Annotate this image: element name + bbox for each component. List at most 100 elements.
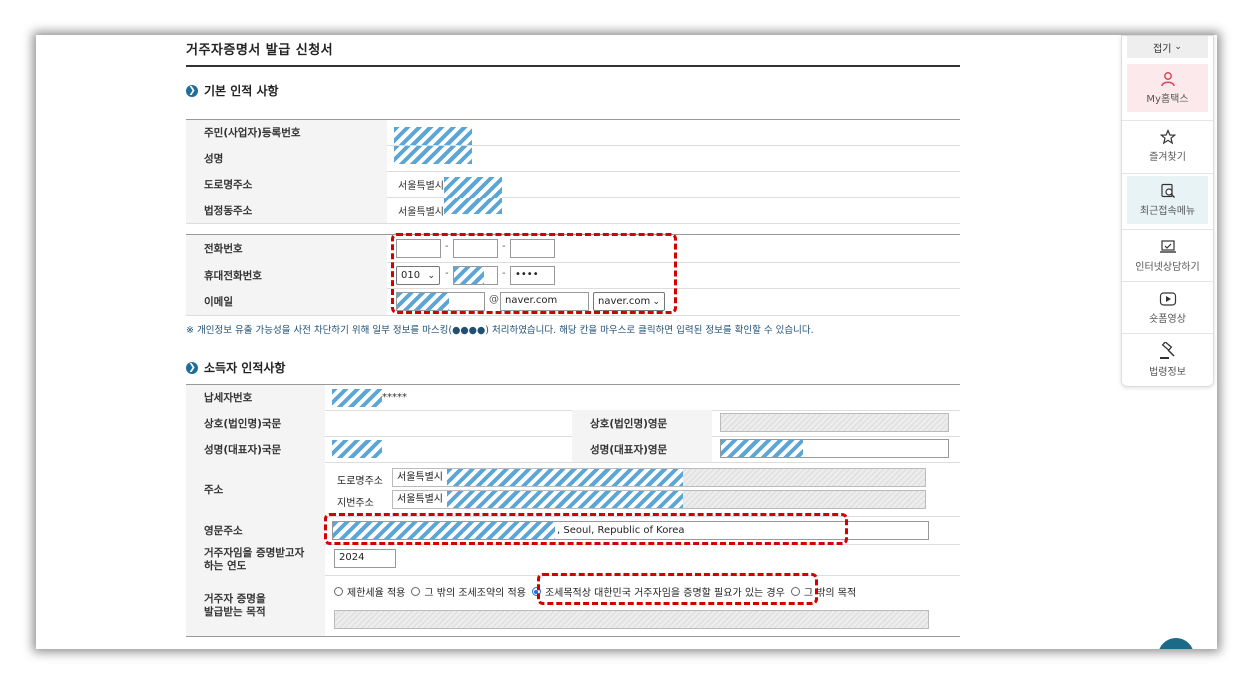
divider (1122, 120, 1213, 121)
purpose-detail-input[interactable] (334, 610, 929, 629)
page-title: 거주자증명서 발급 신청서 (186, 43, 334, 58)
label-company-kr: 상호(법인명)국문 (186, 410, 325, 436)
table-row: 도로명주소 서울특별시 (186, 171, 960, 199)
label-legal-address: 법정동주소 (186, 197, 387, 223)
lot-sub-label: 지번주소 (337, 498, 374, 509)
label-company-en: 상호(법인명)영문 (572, 410, 712, 436)
table-row: 주민(사업자)등록번호 (186, 120, 960, 146)
masked-value (444, 198, 502, 214)
tax-id-value[interactable]: ***** (332, 385, 407, 410)
table-row: 법정동주소 서울특별시 (186, 197, 960, 224)
masking-notice: ※ 개인정보 유출 가능성을 사전 차단하기 위해 일부 정보를 마스킹(●●●… (186, 325, 814, 336)
resident-number-value[interactable] (394, 120, 472, 145)
masked-value (721, 440, 803, 457)
browser-frame: 거주자증명서 발급 신청서 ❯ 기본 인적 사항 주민(사업자)등록번호 성명 … (36, 35, 1217, 649)
sidebar-item-recent-menu[interactable]: 최근접속메뉴 (1127, 176, 1208, 224)
label-name-kr: 성명(대표자)국문 (186, 436, 325, 462)
label-name: 성명 (186, 145, 387, 171)
masked-value (444, 177, 502, 199)
fold-label: 접기 (1153, 43, 1172, 55)
gavel-icon (1159, 342, 1175, 359)
section-income-title: 소득자 인적사항 (204, 361, 286, 375)
radio-limited-tax-rate[interactable]: 제한세율 적용 (334, 584, 405, 599)
label-year-line1: 거주자임을 증명받고자 (204, 546, 305, 559)
divider (1122, 281, 1213, 282)
masked-value (332, 440, 382, 458)
lot-address-text: 서울특별시 (393, 491, 447, 508)
label-name-en: 성명(대표자)영문 (572, 436, 712, 462)
star-icon (1159, 129, 1176, 145)
main-content: 거주자증명서 발급 신청서 ❯ 기본 인적 사항 주민(사업자)등록번호 성명 … (186, 35, 960, 649)
sidebar-item-short-video[interactable]: 숏폼영상 (1127, 284, 1208, 332)
quick-sidebar: 접기 ⌄ My홈택스 즐겨찾기 최근접속메뉴 인터넷상담하기 숏폼영상 법령정보 (1121, 35, 1214, 387)
label-year: 거주자임을 증명받고자 하는 연도 (186, 544, 325, 575)
label-purpose-line1: 거주자 증명을 (204, 592, 266, 605)
sidebar-item-favorites[interactable]: 즐겨찾기 (1127, 122, 1208, 170)
scroll-top-button[interactable] (1158, 638, 1194, 649)
table-row: 거주자임을 증명받고자 하는 연도 2024 (186, 544, 960, 576)
masked-value (394, 146, 472, 164)
label-resident-number: 주민(사업자)등록번호 (186, 120, 387, 145)
sidebar-item-label: 즐겨찾기 (1149, 152, 1186, 163)
road-sub-label: 도로명주소 (337, 476, 383, 487)
sidebar-item-law-info[interactable]: 법령정보 (1127, 336, 1208, 384)
title-divider (186, 65, 960, 67)
label-eng-address: 영문주소 (186, 516, 325, 544)
label-road-address: 도로명주소 (186, 171, 387, 197)
lot-address-input[interactable]: 서울특별시 (392, 490, 926, 509)
highlight-eng-address-box (324, 513, 848, 545)
label-address: 주소 (186, 462, 325, 516)
laptop-check-icon (1159, 240, 1176, 253)
radio-label: 제한세율 적용 (347, 588, 406, 599)
play-icon (1159, 292, 1176, 306)
table-row: 상호(법인명)국문 상호(법인명)영문 (186, 410, 960, 437)
divider (1122, 173, 1213, 174)
label-tax-id: 납세자번호 (186, 385, 325, 410)
section-basic-title: 기본 인적 사항 (204, 84, 279, 98)
radio-circle (334, 587, 343, 596)
masked-value (447, 491, 683, 508)
road-address-value[interactable]: 서울특별시 (398, 171, 502, 199)
person-icon (1160, 72, 1175, 87)
tax-id-suffix: ***** (382, 392, 407, 403)
section-income-heading: ❯ 소득자 인적사항 (186, 359, 285, 376)
radio-circle (411, 587, 421, 596)
company-en-input[interactable] (720, 413, 949, 432)
table-row: 납세자번호 ***** (186, 385, 960, 411)
masked-value (332, 388, 382, 407)
table-row: 주소 도로명주소 서울특별시 지번주소 서울특별시 (186, 462, 960, 517)
road-address-input[interactable]: 서울특별시 (392, 468, 926, 487)
section-bullet-icon: ❯ (186, 361, 198, 374)
fold-button[interactable]: 접기 ⌄ (1127, 36, 1208, 58)
road-address-text: 서울특별시 (393, 469, 447, 486)
label-purpose-line2: 발급받는 목적 (204, 605, 266, 618)
section-bullet-icon: ❯ (186, 84, 198, 97)
year-input[interactable]: 2024 (334, 549, 396, 568)
label-purpose: 거주자 증명을 발급받는 목적 (186, 575, 325, 636)
masked-value (447, 469, 683, 486)
sidebar-item-label: 최근접속메뉴 (1139, 206, 1196, 217)
legal-address-value[interactable]: 서울특별시 (398, 197, 502, 223)
sidebar-item-online-consult[interactable]: 인터넷상담하기 (1127, 232, 1208, 280)
name-kr-value[interactable] (332, 436, 382, 462)
radio-other-treaty[interactable]: 그 밖의 조세조약의 적용 (411, 584, 526, 599)
divider (1122, 333, 1213, 334)
sidebar-item-my-hometax[interactable]: My홈택스 (1127, 64, 1208, 112)
table-row: 성명 (186, 145, 960, 172)
masked-value (394, 127, 472, 145)
chevron-down-icon: ⌄ (1174, 42, 1182, 52)
highlight-contact-box (391, 233, 677, 314)
sidebar-item-label: 숏폼영상 (1149, 314, 1186, 325)
radio-label: 그 밖의 조세조약의 적용 (424, 588, 526, 599)
label-phone: 전화번호 (186, 235, 387, 262)
highlight-purpose-box (537, 573, 818, 605)
name-en-input[interactable] (720, 439, 949, 458)
divider (1122, 229, 1213, 230)
label-year-line2: 하는 연도 (204, 559, 247, 572)
basic-info-table: 주민(사업자)등록번호 성명 도로명주소 서울특별시 법정동주소 서울특별시 (186, 119, 960, 224)
road-address-text: 서울특별시 (398, 180, 444, 192)
name-value[interactable] (394, 145, 472, 171)
legal-address-text: 서울특별시 (398, 206, 444, 218)
table-row: 성명(대표자)국문 성명(대표자)영문 (186, 436, 960, 463)
section-basic-heading: ❯ 기본 인적 사항 (186, 82, 279, 99)
